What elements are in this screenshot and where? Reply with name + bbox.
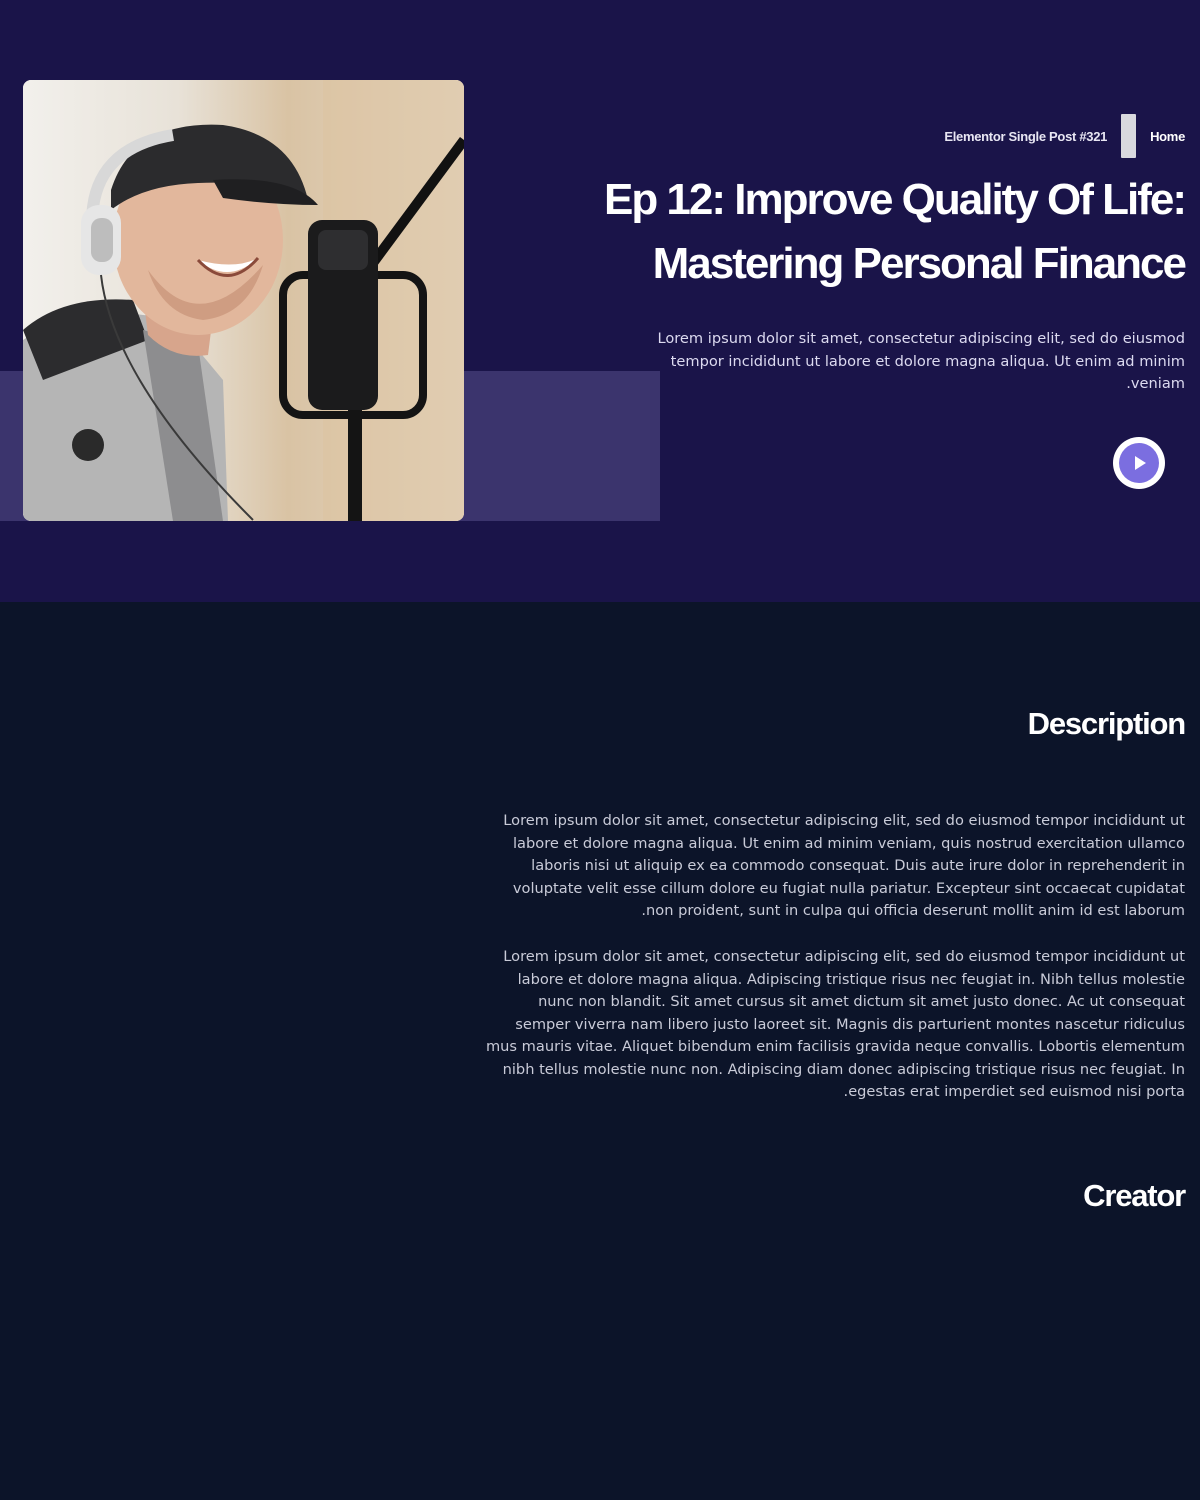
play-button[interactable]: [1113, 437, 1165, 489]
breadcrumb: Elementor Single Post #321 Home: [944, 114, 1185, 158]
hero-section: Elementor Single Post #321 Home Ep 12: I…: [0, 0, 1200, 602]
podcast-host-illustration: [23, 80, 464, 521]
breadcrumb-home-link[interactable]: Home: [1150, 129, 1185, 144]
episode-title: Ep 12: Improve Quality Of Life: Masterin…: [603, 175, 1187, 288]
description-paragraph-1: Lorem ipsum dolor sit amet, consectetur …: [503, 812, 1185, 919]
play-icon: [1135, 456, 1146, 470]
description-heading: Description: [1027, 706, 1187, 741]
episode-cover-image: [23, 80, 464, 521]
episode-intro: Lorem ipsum dolor sit amet, consectetur …: [657, 330, 1185, 392]
description-paragraph-2: Lorem ipsum dolor sit amet, consectetur …: [485, 948, 1185, 1100]
breadcrumb-current: Elementor Single Post #321: [944, 128, 1108, 144]
creator-heading: Creator: [1083, 1178, 1186, 1213]
breadcrumb-separator: [1121, 114, 1137, 158]
play-button-inner: [1119, 443, 1159, 483]
